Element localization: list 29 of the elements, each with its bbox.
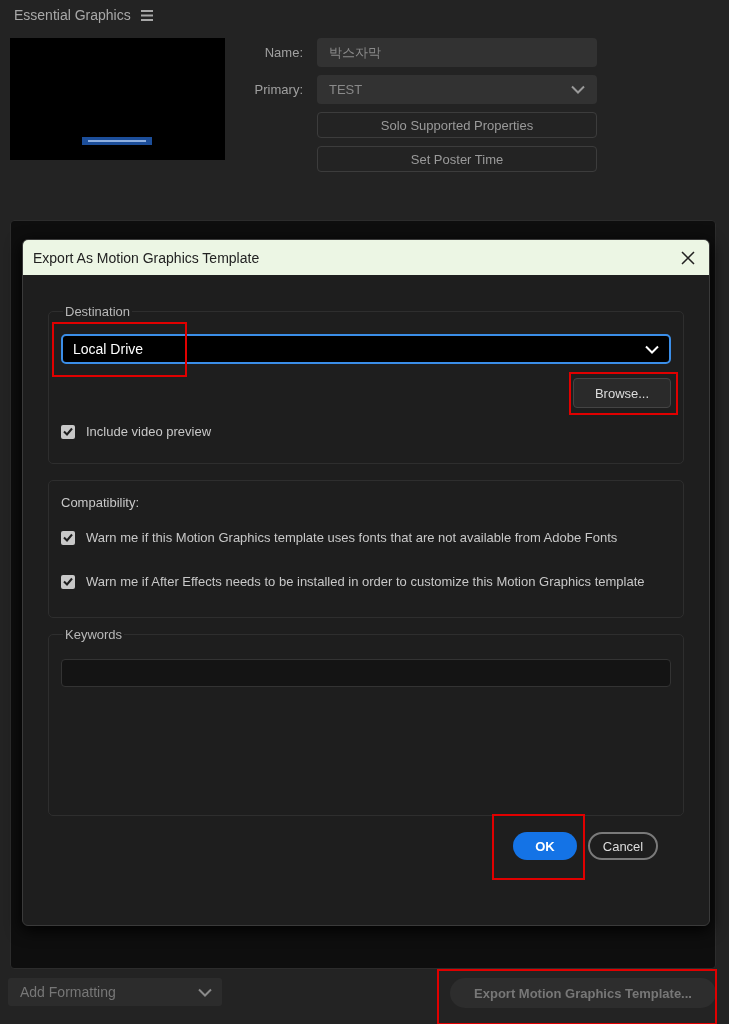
ok-button[interactable]: OK	[513, 832, 577, 860]
add-formatting-dropdown[interactable]: Add Formatting	[8, 978, 222, 1006]
chevron-down-icon	[571, 85, 585, 94]
group-legend: Destination	[63, 304, 133, 319]
keywords-field[interactable]	[61, 659, 671, 687]
checkbox-label: Include video preview	[86, 424, 212, 439]
panel-title: Essential Graphics	[14, 7, 131, 23]
checkbox[interactable]	[61, 424, 75, 439]
group-label: Compatibility:	[61, 495, 141, 510]
panel-button[interactable]: Set Poster Time	[317, 146, 597, 172]
primary-dropdown[interactable]: TEST	[317, 75, 597, 104]
checkbox-label: Warn me if this Motion Graphics template uses fonts that are not available from Adobe Fonts	[86, 530, 618, 545]
checkbox[interactable]	[61, 530, 75, 545]
close-icon[interactable]	[681, 250, 695, 265]
menu-icon[interactable]	[140, 9, 153, 21]
chevron-down-icon	[645, 344, 659, 354]
chevron-down-icon	[198, 987, 212, 997]
group-legend: Keywords	[63, 627, 125, 642]
cancel-button[interactable]: Cancel	[588, 832, 658, 860]
field-label: Name:	[263, 45, 303, 60]
destination-dropdown[interactable]: Local Drive	[61, 334, 671, 364]
checkbox[interactable]	[61, 574, 75, 589]
panel-button[interactable]: Solo Supported Properties	[317, 112, 597, 138]
browse-button[interactable]: Browse...	[573, 378, 671, 408]
field-label: Primary:	[253, 82, 303, 97]
export-template-button[interactable]: Export Motion Graphics Template...	[450, 978, 716, 1008]
dialog-title: Export As Motion Graphics Template	[33, 249, 260, 266]
checkbox-label: Warn me if After Effects needs to be installed in order to customize this Motion Graphics template	[86, 574, 645, 589]
name-field[interactable]: 박스자막	[317, 38, 597, 67]
